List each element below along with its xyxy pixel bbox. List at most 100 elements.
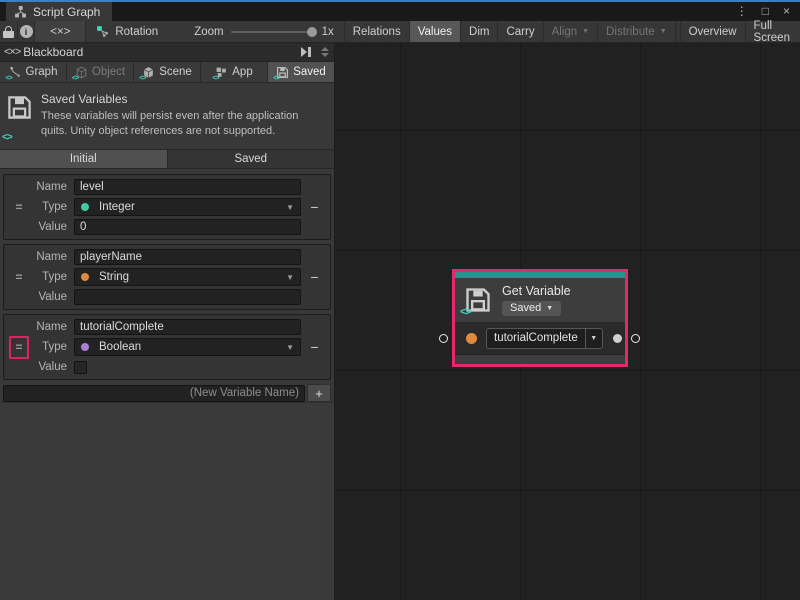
subtab-saved[interactable]: Saved	[168, 150, 335, 168]
value-output-port[interactable]	[613, 334, 622, 343]
get-variable-node[interactable]: <> Get Variable Saved ▼ tutorialComplete…	[452, 269, 628, 367]
dim-label: Dim	[469, 26, 489, 38]
dropdown-arrow-icon: ▼	[286, 273, 294, 282]
name-input[interactable]	[74, 249, 301, 265]
menu-icon[interactable]: ⋮	[736, 4, 748, 18]
info-description: These variables will persist even after …	[41, 109, 303, 139]
tab-graph[interactable]: <> Graph	[0, 62, 67, 82]
plus-icon: +	[315, 386, 323, 401]
value-mode-tabs: Initial Saved	[0, 149, 334, 169]
tab-saved[interactable]: <> Saved	[268, 62, 334, 82]
drag-handle[interactable]: =	[15, 340, 22, 354]
tab-script-graph[interactable]: Script Graph	[6, 2, 112, 21]
node-scope-value: Saved	[510, 302, 541, 314]
align-label: Align	[552, 26, 578, 38]
node-left-connection-port[interactable]	[439, 334, 448, 343]
tab-graph-label: Graph	[26, 66, 58, 78]
value-input[interactable]	[74, 289, 301, 305]
name-input[interactable]	[74, 319, 301, 335]
dropdown-arrow-icon: ▼	[286, 203, 294, 212]
panel-empty-area	[0, 402, 334, 600]
distribute-button[interactable]: Distribute▼	[598, 21, 676, 42]
variables-button[interactable]: <×>	[35, 21, 86, 42]
type-dropdown[interactable]: Boolean ▼	[74, 338, 301, 356]
close-icon[interactable]: ×	[783, 4, 790, 18]
node-header: <> Get Variable Saved ▼	[455, 278, 625, 322]
subtab-initial[interactable]: Initial	[0, 150, 168, 168]
overview-label: Overview	[689, 26, 737, 38]
tab-title: Script Graph	[33, 5, 100, 19]
variables-icon: <×>	[50, 26, 70, 38]
value-checkbox[interactable]	[74, 361, 87, 374]
drag-handle[interactable]: =	[15, 271, 22, 283]
type-color-dot	[81, 343, 89, 351]
zoom-slider[interactable]	[231, 31, 315, 33]
maximize-icon[interactable]: □	[762, 4, 769, 18]
type-dropdown[interactable]: Integer ▼	[74, 198, 301, 216]
name-input[interactable]	[74, 179, 301, 195]
node-title: Get Variable	[502, 284, 571, 298]
dock-panel-icon[interactable]	[298, 46, 314, 58]
type-value: String	[99, 271, 129, 283]
node-footer	[455, 354, 625, 364]
graph-scope-icon: <>	[9, 66, 22, 79]
minus-icon: −	[310, 199, 318, 215]
subtab-saved-label: Saved	[234, 153, 267, 165]
node-variable-value: tutorialComplete	[487, 329, 585, 348]
tab-scene-label: Scene	[159, 66, 192, 78]
tab-app[interactable]: <> App	[201, 62, 268, 82]
info-button[interactable]: i	[18, 21, 36, 42]
fullscreen-button[interactable]: Full Screen	[746, 21, 800, 42]
node-right-connection-port[interactable]	[631, 334, 640, 343]
node-variable-dropdown[interactable]: tutorialComplete ▼	[486, 328, 603, 349]
dropdown-arrow-icon: ▼	[286, 343, 294, 352]
values-button[interactable]: Values	[410, 21, 461, 42]
blackboard-panel: <×> Blackboard <> Graph <> Object <> Sce…	[0, 43, 335, 600]
rotation-control[interactable]: Rotation	[86, 21, 168, 42]
remove-variable-button[interactable]: −	[301, 269, 328, 285]
dropdown-arrow-icon: ▼	[546, 305, 553, 312]
variables-list: Name = Type Integer ▼ − Value	[0, 169, 334, 402]
relations-label: Relations	[353, 26, 401, 38]
type-color-dot	[81, 273, 89, 281]
code-badge: <>	[72, 75, 78, 82]
node-scope-dropdown[interactable]: Saved ▼	[502, 301, 561, 316]
tab-object-label: Object	[92, 66, 125, 78]
panel-scroll-arrows[interactable]	[321, 47, 331, 57]
code-badge: <>	[2, 133, 12, 143]
align-button[interactable]: Align ▼	[544, 21, 599, 42]
remove-variable-button[interactable]: −	[301, 339, 328, 355]
remove-variable-button[interactable]: −	[301, 199, 328, 215]
graph-canvas[interactable]: <> Get Variable Saved ▼ tutorialComplete…	[336, 43, 800, 600]
tab-scene[interactable]: <> Scene	[134, 62, 201, 82]
align-dropdown-icon: ▼	[582, 28, 589, 35]
type-value: Integer	[99, 201, 135, 213]
value-input[interactable]	[74, 219, 301, 235]
add-variable-button[interactable]: +	[307, 384, 331, 402]
scroll-down-icon	[321, 53, 329, 57]
distribute-label: Distribute	[606, 26, 655, 38]
tab-saved-label: Saved	[293, 66, 326, 78]
saved-scope-icon: <>	[276, 66, 289, 79]
new-variable-row: +	[3, 384, 331, 402]
type-label: Type	[32, 271, 74, 283]
minus-icon: −	[310, 269, 318, 285]
name-label: Name	[32, 251, 74, 263]
drag-handle[interactable]: =	[15, 201, 22, 213]
rotation-label: Rotation	[115, 26, 158, 38]
tab-object[interactable]: <> Object	[67, 62, 134, 82]
type-dropdown[interactable]: String ▼	[74, 268, 301, 286]
node-ports-row: tutorialComplete ▼	[455, 322, 625, 354]
lock-button[interactable]	[0, 21, 18, 42]
variable-name-input-port[interactable]	[466, 333, 477, 344]
relations-button[interactable]: Relations	[344, 21, 410, 42]
code-badge: <>	[460, 307, 471, 318]
zoom-slider-knob[interactable]	[307, 27, 317, 37]
new-variable-input[interactable]	[3, 385, 305, 402]
dropdown-arrow-icon: ▼	[585, 329, 602, 348]
dim-button[interactable]: Dim	[461, 21, 498, 42]
type-label: Type	[32, 341, 74, 353]
zoom-label: Zoom	[194, 26, 223, 38]
overview-button[interactable]: Overview	[680, 21, 746, 42]
carry-button[interactable]: Carry	[498, 21, 543, 42]
